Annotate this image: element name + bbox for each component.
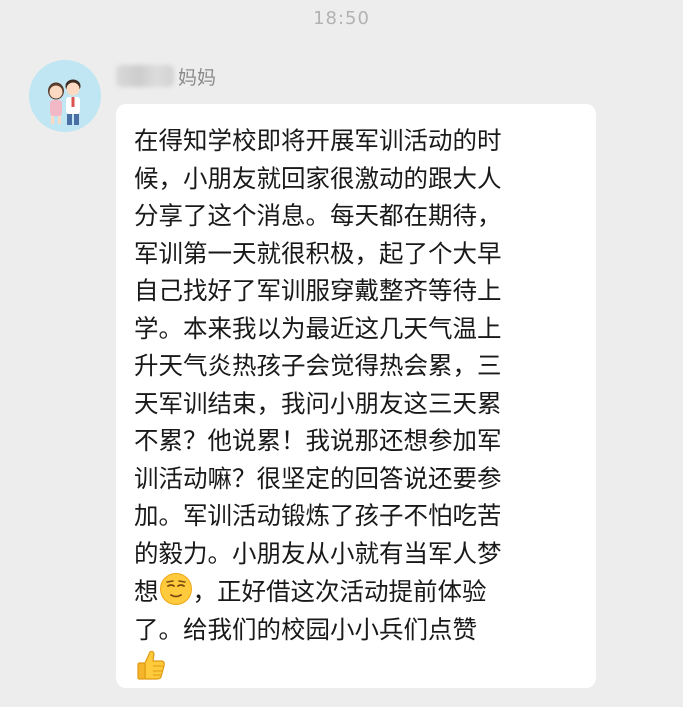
- blurred-nickname: [116, 65, 174, 87]
- thumbs-up-icon: [134, 648, 168, 682]
- message-line: 天军训结束，我问小朋友这三天累: [134, 388, 502, 418]
- message-line: 升天气炎热孩子会觉得热会累，三: [134, 351, 502, 380]
- message-line: 在得知学校即将开展军训活动的时: [134, 126, 502, 155]
- message-line: 了。给我们的校园小小兵们点赞: [134, 614, 477, 644]
- message-line: 不累？他说累！我说那还想参加军: [134, 426, 502, 455]
- message-line: 军训第一天就很积极，起了个大早: [134, 238, 502, 268]
- message-text: 在得知学校即将开展军训活动的时 候，小朋友就回家很激动的跟大人 分享了这个消息。…: [134, 122, 578, 687]
- message-line: 分享了这个消息。每天都在期待，: [134, 201, 502, 230]
- sender-avatar[interactable]: [29, 60, 101, 132]
- sender-row: 妈妈: [116, 62, 216, 90]
- message-line: 学。本来我以为最近这几天气温上: [134, 313, 502, 343]
- message-bubble[interactable]: 在得知学校即将开展军训活动的时 候，小朋友就回家很激动的跟大人 分享了这个消息。…: [116, 104, 596, 688]
- message-timestamp: 18:50: [313, 8, 370, 29]
- message-line: 加。军训活动锻炼了孩子不怕吃苦: [134, 501, 502, 530]
- sender-name: 妈妈: [178, 66, 217, 89]
- message-line: 自己找好了军训服穿戴整齐等待上: [134, 276, 502, 305]
- message-line: ，正好借这次活动提前体验: [192, 577, 487, 606]
- message-line: 候，小朋友就回家很激动的跟大人: [134, 163, 502, 193]
- message-line: 的毅力。小朋友从小就有当军人梦: [134, 538, 502, 568]
- avatar-couple-icon: [29, 60, 101, 132]
- message-line: 训活动嘛？很坚定的回答说还要参: [134, 463, 502, 493]
- message-line: 想: [134, 577, 159, 606]
- relieved-face-icon: [159, 572, 193, 606]
